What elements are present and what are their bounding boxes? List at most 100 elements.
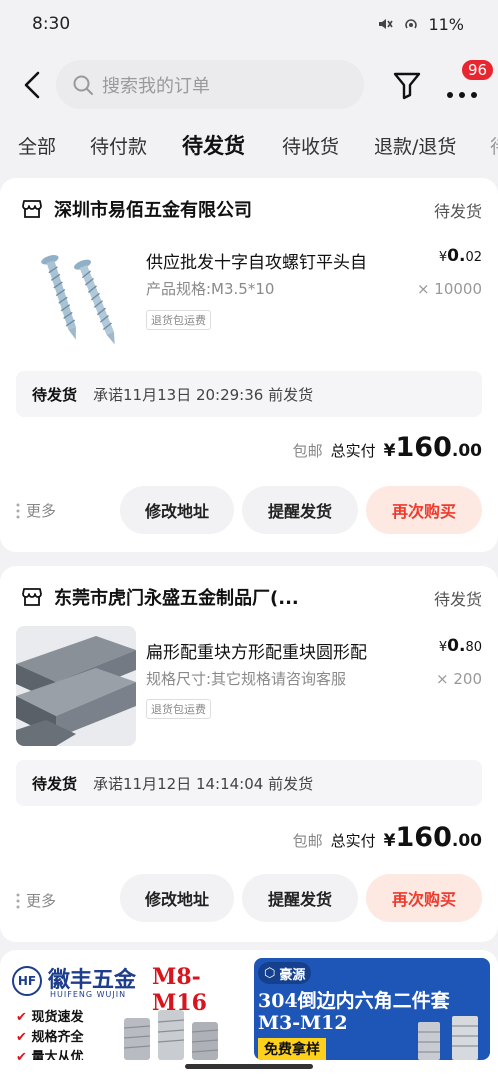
buy-again-button[interactable]: 再次购买 <box>366 486 482 534</box>
total-integer: 160 <box>395 822 452 853</box>
filter-icon <box>393 72 421 100</box>
item-quantity: × 10000 <box>416 280 482 298</box>
order-card: 深圳市易佰五金有限公司 待发货 供应批发十字自攻螺钉平头自 产品规格:M3.5*… <box>0 178 498 552</box>
ad-banner-haoyuan[interactable]: ⬡ 豪源 304倒边内六角二件套 M3-M12 免费拿样 <box>254 958 490 1060</box>
shipping-promise: 待发货 承诺11月12日 14:14:04 前发货 <box>16 760 482 806</box>
price-decimal: 02 <box>465 250 482 265</box>
ad-brand-pill: ⬡ 豪源 <box>258 962 312 984</box>
more-actions[interactable]: 更多 <box>16 500 56 521</box>
tab-all[interactable]: 全部 <box>18 132 56 159</box>
header: 搜索我的订单 <box>0 56 498 114</box>
shop-header[interactable]: 深圳市易佰五金有限公司 <box>20 196 252 222</box>
shipping-promise: 待发货 承诺11月13日 20:29:36 前发货 <box>16 371 482 417</box>
mute-icon <box>376 15 394 33</box>
order-total: 包邮 总实付 ¥160.00 <box>293 822 482 853</box>
modify-address-button[interactable]: 修改地址 <box>120 486 234 534</box>
remind-shipment-button[interactable]: 提醒发货 <box>242 486 358 534</box>
store-icon <box>22 200 42 218</box>
price-currency: ¥ <box>438 640 448 655</box>
order-status: 待发货 <box>433 590 482 609</box>
modify-address-button[interactable]: 修改地址 <box>120 874 234 922</box>
ad-headline: 304倒边内六角二件套 <box>258 990 450 1012</box>
order-tabs: 全部 待付款 待发货 待收货 退款/退货 待 <box>0 124 498 168</box>
total-label: 总实付 <box>330 832 376 850</box>
price-decimal: 80 <box>465 640 482 655</box>
total-currency: ¥ <box>383 441 396 461</box>
ad-feature: ✔ 量大从优 <box>16 1050 84 1060</box>
recommended-ads: HF 徽丰五金 HUIFENG WUJIN M8-M16 ✔ 现货速发 ✔ 规格… <box>0 950 498 1080</box>
ad-features: ✔ 现货速发 ✔ 规格齐全 ✔ 量大从优 <box>16 1008 83 1060</box>
buy-again-button[interactable]: 再次购买 <box>366 874 482 922</box>
order-total: 包邮 总实付 ¥160.00 <box>293 432 482 463</box>
product-image[interactable] <box>16 234 136 354</box>
order-status: 待发货 <box>433 202 482 221</box>
item-spec: 产品规格:M3.5*10 <box>146 280 275 298</box>
ad-feature: ✔ 现货速发 <box>16 1010 84 1025</box>
remind-shipment-button[interactable]: 提醒发货 <box>242 874 358 922</box>
shop-header[interactable]: 东莞市虎门永盛五金制品厂(... <box>20 584 299 610</box>
ad-cta: 免费拿样 <box>258 1038 326 1060</box>
total-currency: ¥ <box>383 831 396 851</box>
item-price: ¥0.80 <box>439 636 482 656</box>
store-icon <box>22 588 42 606</box>
free-shipping-label: 包邮 <box>292 832 323 850</box>
status-time: 8:30 <box>32 14 71 34</box>
total-value: ¥160.00 <box>384 432 482 463</box>
promise-text: 承诺11月12日 14:14:04 前发货 <box>93 774 314 793</box>
status-icons: 11% <box>376 15 464 34</box>
promise-text: 承诺11月13日 20:29:36 前发货 <box>93 385 314 404</box>
more-actions[interactable]: 更多 <box>16 890 56 911</box>
promise-status: 待发货 <box>32 774 78 793</box>
tab-pending-shipment[interactable]: 待发货 <box>182 130 245 160</box>
ad-size: M3-M12 <box>258 1012 348 1034</box>
search-placeholder: 搜索我的订单 <box>102 75 210 97</box>
message-count-badge: 96 <box>460 58 496 82</box>
total-decimal: .00 <box>451 441 482 461</box>
price-integer: 0. <box>447 636 466 656</box>
filter-button[interactable] <box>392 70 422 100</box>
screws-image <box>16 234 136 354</box>
item-price: ¥0.02 <box>439 246 482 266</box>
total-decimal: .00 <box>451 831 482 851</box>
bolts-image <box>123 1010 219 1060</box>
product-image[interactable] <box>16 626 136 746</box>
item-quantity: × 200 <box>436 670 482 688</box>
total-value: ¥160.00 <box>384 822 482 853</box>
metal-bars-image <box>16 626 136 746</box>
ad-banner-huifeng[interactable]: HF 徽丰五金 HUIFENG WUJIN M8-M16 ✔ 现货速发 ✔ 规格… <box>8 958 246 1060</box>
total-integer: 160 <box>395 432 452 463</box>
free-shipping-label: 包邮 <box>292 442 323 460</box>
price-integer: 0. <box>447 246 466 266</box>
more-label: 更多 <box>26 892 57 910</box>
ad-feature: ✔ 规格齐全 <box>16 1030 84 1045</box>
total-label: 总实付 <box>330 442 376 460</box>
huifeng-logo-icon: HF <box>12 966 42 996</box>
vertical-dots-icon <box>16 503 20 518</box>
tab-more-partial[interactable]: 待 <box>490 132 498 159</box>
back-arrow-icon <box>24 71 40 99</box>
shop-name: 东莞市虎门永盛五金制品厂(... <box>54 588 299 609</box>
haoyuan-logo-icon: ⬡ <box>264 965 276 981</box>
home-indicator[interactable] <box>185 1064 313 1069</box>
tab-refund-return[interactable]: 退款/退货 <box>374 132 456 159</box>
hex-inserts-image <box>418 1016 478 1060</box>
order-card: 东莞市虎门永盛五金制品厂(... 待发货 扁形配重块方形配重块圆形配 规格尺寸:… <box>0 566 498 942</box>
status-bar: 8:30 11% <box>0 0 498 48</box>
price-currency: ¥ <box>438 250 448 265</box>
ad-brand-en: HUIFENG WUJIN <box>50 990 127 999</box>
more-label: 更多 <box>26 502 57 520</box>
search-input[interactable]: 搜索我的订单 <box>56 60 364 109</box>
item-spec: 规格尺寸:其它规格请咨询客服 <box>146 670 347 688</box>
shop-name: 深圳市易佰五金有限公司 <box>54 200 252 221</box>
tab-pending-payment[interactable]: 待付款 <box>90 132 147 159</box>
promise-status: 待发货 <box>32 385 78 404</box>
battery-text: 11% <box>428 14 464 34</box>
back-button[interactable] <box>18 68 46 102</box>
item-title[interactable]: 扁形配重块方形配重块圆形配 <box>146 638 367 663</box>
hotspot-icon <box>402 15 420 33</box>
return-shipping-tag: 退货包运费 <box>146 699 211 719</box>
item-title[interactable]: 供应批发十字自攻螺钉平头自 <box>146 248 367 273</box>
search-icon <box>73 75 93 95</box>
tab-pending-receipt[interactable]: 待收货 <box>282 132 339 159</box>
vertical-dots-icon <box>16 893 20 908</box>
